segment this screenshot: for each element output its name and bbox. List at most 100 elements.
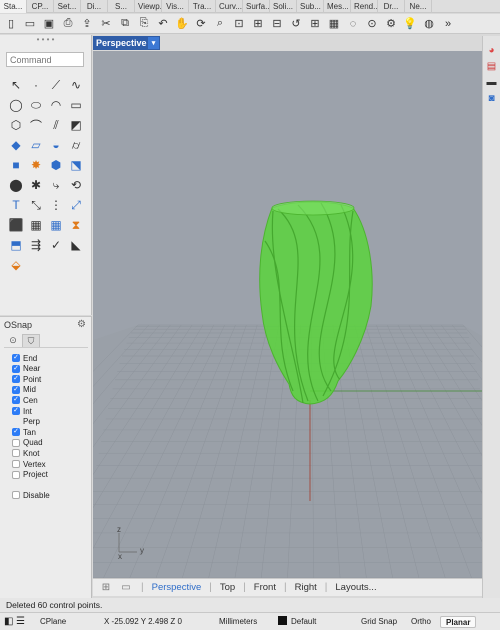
- bulb-icon[interactable]: 💡: [401, 15, 419, 32]
- snap-int[interactable]: ✓ Int: [12, 406, 32, 416]
- snap-checkbox[interactable]: [12, 449, 20, 458]
- filter-tab-icon[interactable]: ⛉: [22, 334, 40, 347]
- tab-5[interactable]: Viewp...: [135, 0, 162, 13]
- snap-checkbox[interactable]: ✓: [12, 385, 20, 394]
- solid-icon[interactable]: ◣: [66, 235, 86, 255]
- open-folder-icon[interactable]: ▭: [21, 15, 39, 32]
- cut-icon[interactable]: ✂: [97, 15, 115, 32]
- mesh-icon[interactable]: ⬛: [6, 215, 26, 235]
- snap-vertex[interactable]: Vertex: [12, 459, 46, 469]
- check-icon[interactable]: ✓: [46, 235, 66, 255]
- snap-checkbox[interactable]: [12, 438, 20, 447]
- panel-grip[interactable]: • • • •: [0, 35, 91, 45]
- blend-icon[interactable]: ◩: [66, 115, 86, 135]
- tab-9[interactable]: Surfa...: [243, 0, 270, 13]
- tab-13[interactable]: Rend...: [351, 0, 378, 13]
- array-icon[interactable]: ⋮: [46, 195, 66, 215]
- tab-right[interactable]: Right: [295, 582, 317, 593]
- color-wheel-icon[interactable]: ◕: [486, 44, 498, 56]
- sweep-icon[interactable]: ⬔: [66, 155, 86, 175]
- import-icon[interactable]: ⇪: [78, 15, 96, 32]
- snap-near[interactable]: ✓ Near: [12, 364, 40, 374]
- perspective-viewport[interactable]: z y x: [93, 51, 482, 578]
- tab-0[interactable]: Sta...: [0, 0, 27, 13]
- arc-icon[interactable]: ◠: [46, 95, 66, 115]
- tab-perspective[interactable]: Perspective: [152, 582, 202, 593]
- rectangle-icon[interactable]: ▭: [66, 95, 86, 115]
- chevron-down-icon[interactable]: ▾: [148, 37, 159, 49]
- twist-icon[interactable]: ⧗: [66, 215, 86, 235]
- list-icon[interactable]: ☰: [16, 616, 25, 628]
- ortho-toggle[interactable]: Ortho: [411, 616, 431, 628]
- zoom-window-icon[interactable]: ⊡: [230, 15, 248, 32]
- pan-hand-icon[interactable]: ✋: [173, 15, 191, 32]
- help-icon[interactable]: ◙: [486, 92, 498, 104]
- tab-2[interactable]: Set...: [54, 0, 81, 13]
- viewport-title[interactable]: Perspective ▾: [93, 36, 160, 50]
- snap-mode-tab-icon[interactable]: ⊙: [4, 334, 22, 347]
- grid-array-icon[interactable]: ▦: [46, 215, 66, 235]
- layers-icon[interactable]: ▤: [486, 60, 498, 72]
- analyze-icon[interactable]: ⇶: [26, 235, 46, 255]
- cage-icon[interactable]: ⬒: [6, 235, 26, 255]
- snap-end[interactable]: ✓ End: [12, 353, 37, 363]
- move-icon[interactable]: ⤡: [26, 195, 46, 215]
- copy-icon[interactable]: ⧉: [116, 15, 134, 32]
- gear-icon[interactable]: ⚙: [77, 319, 86, 330]
- tab-3[interactable]: Di...: [81, 0, 108, 13]
- rotate-view-icon[interactable]: ⟳: [192, 15, 210, 32]
- paint-icon[interactable]: ⬙: [6, 255, 26, 275]
- undo-icon[interactable]: ↶: [154, 15, 172, 32]
- zoom-extents-icon[interactable]: ⊞: [249, 15, 267, 32]
- grid-snap-toggle[interactable]: Grid Snap: [361, 616, 397, 628]
- fillet-icon[interactable]: ⌒: [26, 115, 46, 135]
- ellipse-icon[interactable]: ⬭: [26, 95, 46, 115]
- tab-8[interactable]: Curv...: [216, 0, 243, 13]
- curve-icon[interactable]: ∿: [66, 75, 86, 95]
- cplane-label[interactable]: CPlane: [40, 616, 66, 628]
- snap-checkbox[interactable]: ✓: [12, 396, 20, 405]
- tab-11[interactable]: Sub...: [297, 0, 324, 13]
- zoom-selected-icon[interactable]: ⊟: [268, 15, 286, 32]
- select-arrow-icon[interactable]: ↖: [6, 75, 26, 95]
- render-icon[interactable]: ◍: [420, 15, 438, 32]
- polygon-icon[interactable]: ⬡: [6, 115, 26, 135]
- viewport-canvas[interactable]: z y x: [93, 51, 482, 578]
- group-icon[interactable]: ⬤: [6, 175, 26, 195]
- new-file-icon[interactable]: ▯: [2, 15, 20, 32]
- save-icon[interactable]: ▣: [40, 15, 58, 32]
- text-icon[interactable]: T: [6, 195, 26, 215]
- join-icon[interactable]: ⟲: [66, 175, 86, 195]
- layout-icon[interactable]: ▦: [26, 215, 46, 235]
- four-view-icon[interactable]: ⊞: [99, 582, 113, 593]
- planar-toggle[interactable]: Planar: [440, 616, 477, 628]
- snap-checkbox[interactable]: [12, 470, 20, 479]
- snap-project[interactable]: Project: [12, 470, 48, 480]
- tab-12[interactable]: Mes...: [324, 0, 351, 13]
- single-view-icon[interactable]: ▭: [119, 582, 133, 593]
- print-icon[interactable]: ⎙: [59, 15, 77, 32]
- surface-icon[interactable]: ◆: [6, 135, 26, 155]
- snap-checkbox[interactable]: ✓: [12, 407, 20, 415]
- zoom-icon[interactable]: ⌕: [211, 15, 229, 32]
- tab-7[interactable]: Tra...: [189, 0, 216, 13]
- snap-checkbox[interactable]: ✓: [12, 354, 20, 362]
- revolve-icon[interactable]: ⬢: [46, 155, 66, 175]
- tab-10[interactable]: Soli...: [270, 0, 297, 13]
- command-input[interactable]: [6, 52, 84, 67]
- tab-1[interactable]: CP...: [27, 0, 54, 13]
- disable-checkbox[interactable]: [12, 491, 20, 500]
- snap-disable[interactable]: Disable: [12, 490, 50, 500]
- snap-cen[interactable]: ✓ Cen: [12, 395, 38, 405]
- tab-15[interactable]: Ne...: [405, 0, 432, 13]
- four-view-icon[interactable]: ⊞: [306, 15, 324, 32]
- tab-layouts[interactable]: Layouts...: [335, 582, 376, 593]
- circle-icon[interactable]: ◯: [6, 95, 26, 115]
- polyline-icon[interactable]: ⟋: [46, 75, 66, 95]
- loft-icon[interactable]: ◒: [46, 135, 66, 155]
- box-icon[interactable]: ■: [6, 155, 26, 175]
- offset-icon[interactable]: ⫽: [46, 115, 66, 135]
- tab-top[interactable]: Top: [220, 582, 235, 593]
- units-label[interactable]: Millimeters: [219, 616, 257, 628]
- properties-icon[interactable]: ⚙: [382, 15, 400, 32]
